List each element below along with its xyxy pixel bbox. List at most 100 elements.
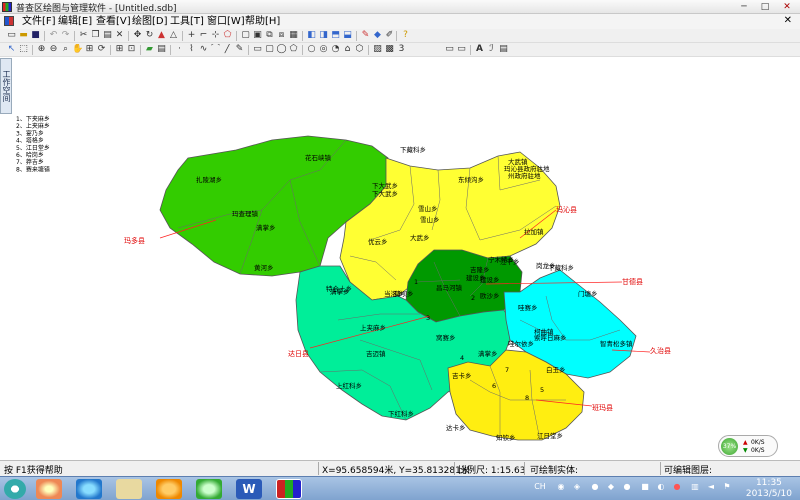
group-icon[interactable]: ⧉: [264, 30, 275, 41]
ungroup-icon[interactable]: ⧈: [276, 30, 287, 41]
label-tool-icon[interactable]: ▭: [456, 44, 467, 55]
tray-icon-4[interactable]: ◆: [606, 482, 616, 492]
clock[interactable]: 11:35 2013/5/10: [746, 478, 792, 500]
align-right-icon[interactable]: ◨: [318, 30, 329, 41]
browser-icon[interactable]: [76, 479, 102, 499]
tray-icon-1[interactable]: ◉: [556, 482, 566, 492]
zoom-out-icon[interactable]: ⊖: [48, 44, 59, 55]
align-bottom-icon[interactable]: ⬓: [342, 30, 353, 41]
menu-draw[interactable]: 绘图[D]: [132, 15, 168, 28]
menu-window[interactable]: 窗口[W]: [207, 15, 245, 28]
menu-tools[interactable]: 工具[T]: [170, 15, 204, 28]
text-icon[interactable]: A: [474, 44, 485, 55]
pen-icon[interactable]: ✎: [360, 30, 371, 41]
ellipse-icon[interactable]: ◯: [276, 44, 287, 55]
document-close-button[interactable]: ✕: [784, 15, 792, 26]
network-icon[interactable]: ▥: [690, 482, 700, 492]
zoom-in-icon[interactable]: ⊕: [36, 44, 47, 55]
point-icon[interactable]: ·: [174, 44, 185, 55]
frame-icon[interactable]: ▢: [240, 30, 251, 41]
polygon-icon[interactable]: ⬠: [222, 30, 233, 41]
paste-icon[interactable]: ▤: [102, 30, 113, 41]
close-button[interactable]: ✕: [778, 1, 796, 13]
menu-file[interactable]: 文件[F]: [22, 15, 56, 28]
frame2-icon[interactable]: ▣: [252, 30, 263, 41]
fill-area-icon[interactable]: ▨: [372, 44, 383, 55]
full-extent-icon[interactable]: ⊞: [84, 44, 95, 55]
align-top-icon[interactable]: ⬒: [330, 30, 341, 41]
house-icon[interactable]: ⌂: [342, 44, 353, 55]
format-icon[interactable]: ▤: [498, 44, 509, 55]
green-app-icon[interactable]: [196, 479, 222, 499]
tray-icon-3[interactable]: ●: [590, 482, 600, 492]
media-app-icon[interactable]: [36, 479, 62, 499]
grid-icon[interactable]: ⊞: [114, 44, 125, 55]
map-svg[interactable]: 1、下夹麻乡2、上夹麻乡3、宴乃乡4、塔格乡5、江日堂乡6、哈岗乡7、莽吉乡8、…: [13, 58, 800, 460]
flag-icon[interactable]: ⚑: [722, 482, 732, 492]
select-box-icon[interactable]: ⬚: [18, 44, 29, 55]
warning-icon[interactable]: △: [168, 30, 179, 41]
delete-icon[interactable]: ✕: [114, 30, 125, 41]
line-edit-icon[interactable]: ⌐: [198, 30, 209, 41]
align-left-icon[interactable]: ◧: [306, 30, 317, 41]
shape-icon[interactable]: ⬡: [354, 44, 365, 55]
rotate-icon[interactable]: ↻: [144, 30, 155, 41]
help-icon[interactable]: ?: [400, 30, 411, 41]
maximize-button[interactable]: □: [756, 1, 774, 13]
network-meter[interactable]: 37% ▲ 0K/S ▼ 0K/S: [718, 435, 778, 457]
language-indicator[interactable]: CH: [532, 482, 548, 492]
tray-icon-7[interactable]: ◐: [656, 482, 666, 492]
tray-icon-2[interactable]: ◈: [572, 482, 582, 492]
move-icon[interactable]: ✥: [132, 30, 143, 41]
start-button-icon[interactable]: [4, 479, 26, 499]
polyline-icon[interactable]: ⌇: [186, 44, 197, 55]
menu-view[interactable]: 查看[V]: [96, 15, 131, 28]
arc-icon[interactable]: ⌒: [210, 44, 221, 55]
select-icon[interactable]: ↖: [6, 44, 17, 55]
snap-icon[interactable]: ⊡: [126, 44, 137, 55]
node-icon[interactable]: ⊹: [210, 30, 221, 41]
copy-icon[interactable]: ❐: [90, 30, 101, 41]
split-icon[interactable]: +: [186, 30, 197, 41]
triangle-icon[interactable]: ▲: [156, 30, 167, 41]
numeral-tool-icon[interactable]: 3: [396, 44, 407, 55]
volume-icon[interactable]: ◄: [706, 482, 716, 492]
player-icon[interactable]: [156, 479, 182, 499]
refresh-icon[interactable]: ⟳: [96, 44, 107, 55]
folder-icon[interactable]: [116, 479, 142, 499]
new-icon[interactable]: ▭: [6, 30, 17, 41]
menu-help[interactable]: 帮助[H]: [245, 15, 280, 28]
layer-add-icon[interactable]: ▰: [144, 44, 155, 55]
round-rect-icon[interactable]: ▢: [264, 44, 275, 55]
line-icon[interactable]: ╱: [222, 44, 233, 55]
layer-icon[interactable]: ▦: [288, 30, 299, 41]
hatch-icon[interactable]: ▩: [384, 44, 395, 55]
circle-icon[interactable]: ○: [306, 44, 317, 55]
tray-icon-8[interactable]: ●: [672, 482, 682, 492]
word-icon[interactable]: W: [236, 479, 262, 499]
sector-icon[interactable]: ◔: [330, 44, 341, 55]
italic-text-icon[interactable]: ℐ: [486, 44, 497, 55]
pan-icon[interactable]: ✋: [72, 44, 83, 55]
mapping-app-icon[interactable]: [276, 479, 302, 499]
poly-icon[interactable]: ⬠: [288, 44, 299, 55]
document-icon[interactable]: [4, 16, 14, 26]
minimize-button[interactable]: ─: [735, 1, 753, 13]
layer-manage-icon[interactable]: ▤: [156, 44, 167, 55]
tray-icon-5[interactable]: ●: [622, 482, 632, 492]
zoom-window-icon[interactable]: ⌕: [60, 44, 71, 55]
freehand-icon[interactable]: ✎: [234, 44, 245, 55]
tray-icon-6[interactable]: ■: [640, 482, 650, 492]
brush-icon[interactable]: ✐: [384, 30, 395, 41]
menu-edit[interactable]: 编辑[E]: [58, 15, 92, 28]
undo-icon[interactable]: ↶: [48, 30, 59, 41]
frame-tool-icon[interactable]: ▭: [444, 44, 455, 55]
circle2-icon[interactable]: ◎: [318, 44, 329, 55]
curve-icon[interactable]: ∿: [198, 44, 209, 55]
cut-icon[interactable]: ✂: [78, 30, 89, 41]
workspace-tab[interactable]: 工作空间: [0, 58, 12, 114]
fill-icon[interactable]: ◆: [372, 30, 383, 41]
rect-icon[interactable]: ▭: [252, 44, 263, 55]
save-icon[interactable]: ■: [30, 30, 41, 41]
map-canvas[interactable]: 1、下夹麻乡 2、上夹麻乡 3、宴乃乡 4、塔格乡 5、江日堂乡 6、哈岗乡 7、莽吉乡 8、…: [13, 58, 800, 460]
